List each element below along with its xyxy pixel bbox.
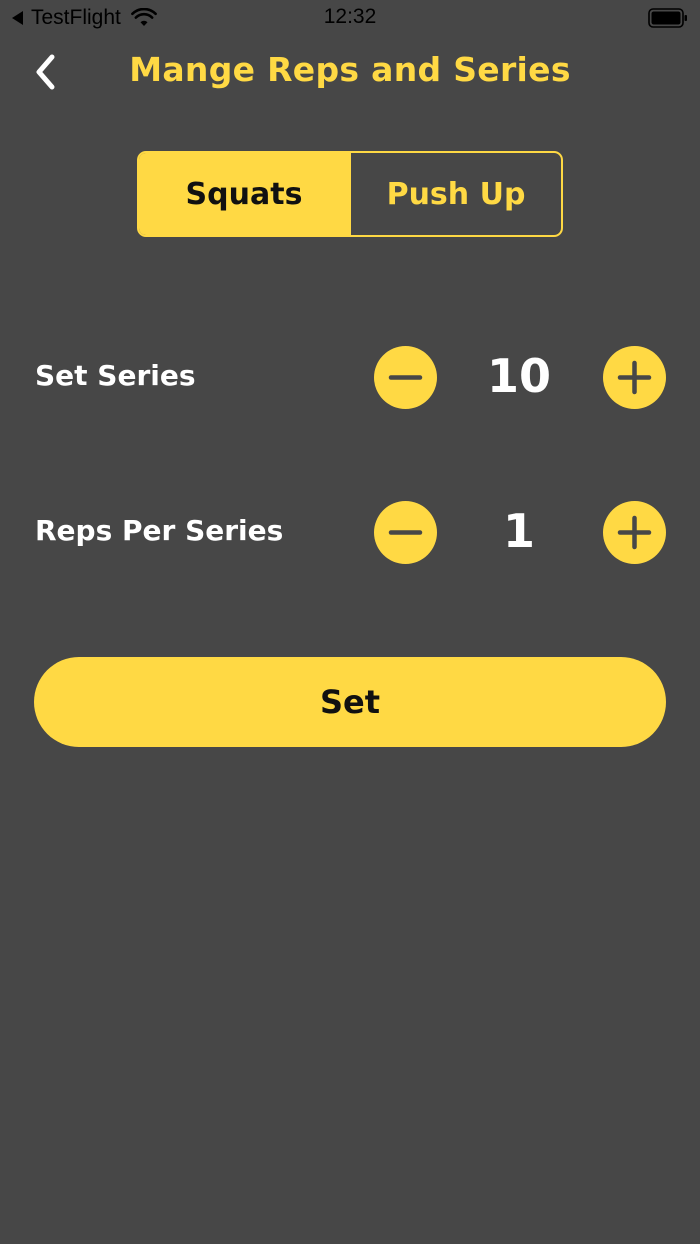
minus-icon	[388, 530, 423, 535]
reps-value: 1	[502, 504, 535, 558]
minus-icon	[388, 375, 423, 380]
plus-icon	[617, 360, 652, 395]
segment-squats[interactable]: Squats	[139, 153, 349, 235]
series-increment-button[interactable]	[603, 346, 666, 409]
reps-decrement-button[interactable]	[374, 501, 437, 564]
battery-icon	[648, 8, 687, 28]
status-bar: TestFlight 12:32	[0, 0, 700, 36]
set-series-label: Set Series	[35, 359, 196, 392]
status-time: 12:32	[323, 5, 377, 28]
set-button[interactable]: Set	[34, 657, 666, 747]
series-value: 10	[486, 349, 551, 403]
segment-push-up[interactable]: Push Up	[349, 153, 561, 235]
page-title: Mange Reps and Series	[129, 50, 571, 89]
exercise-segmented-control: Squats Push Up	[137, 151, 563, 237]
reps-per-series-label: Reps Per Series	[35, 514, 284, 547]
reps-increment-button[interactable]	[603, 501, 666, 564]
series-decrement-button[interactable]	[374, 346, 437, 409]
plus-icon	[617, 515, 652, 550]
